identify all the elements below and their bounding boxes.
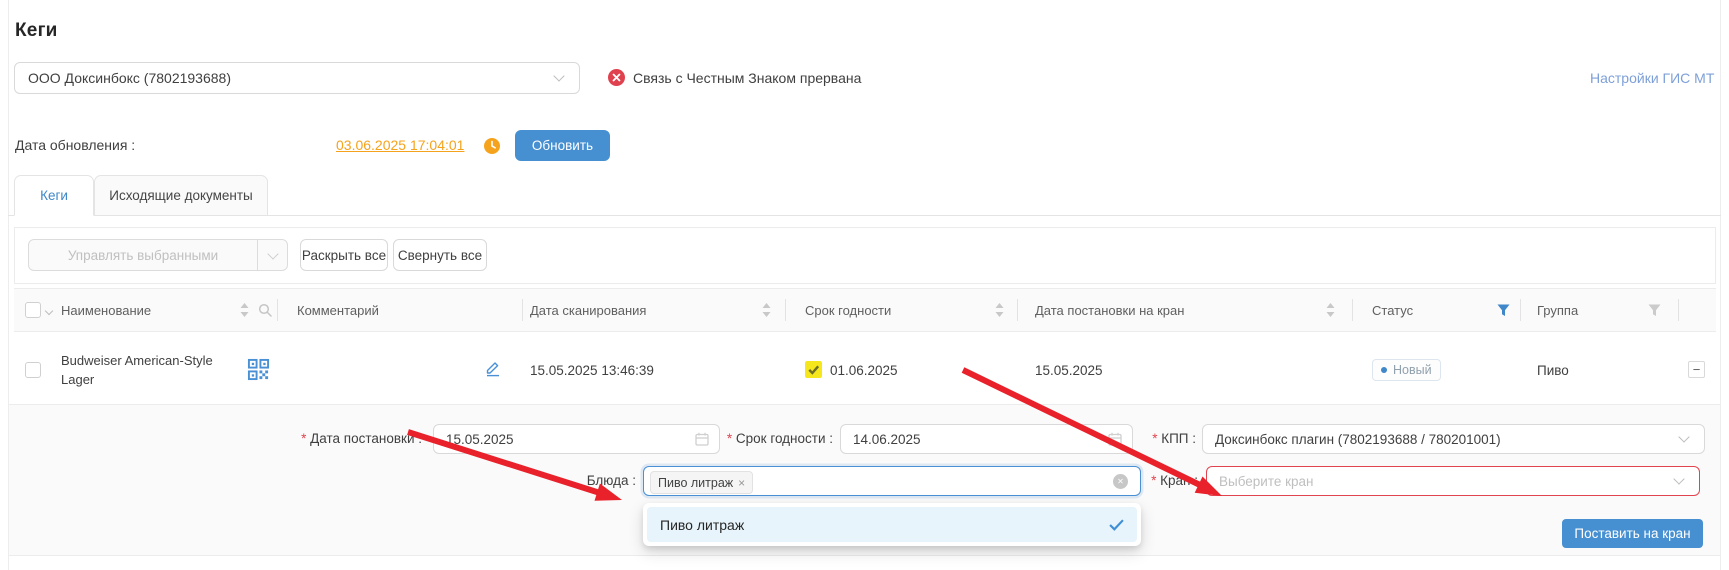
refresh-date-label: Дата обновления : bbox=[15, 137, 135, 153]
column-header-comment: Комментарий bbox=[297, 303, 379, 318]
column-header-tap-date[interactable]: Дата постановки на кран bbox=[1035, 303, 1184, 318]
tap-date-field-label: Дата постановки : bbox=[252, 431, 422, 446]
column-divider bbox=[785, 299, 786, 321]
kpp-field-label: КПП : bbox=[1026, 431, 1196, 446]
refresh-timestamp-link[interactable]: 03.06.2025 17:04:01 bbox=[336, 137, 464, 153]
expiry-date-cell: 01.06.2025 bbox=[830, 363, 898, 378]
search-icon[interactable] bbox=[258, 303, 272, 317]
manage-selected-dropdown-button[interactable] bbox=[257, 239, 288, 271]
kpp-select[interactable]: Доксинбокс плагин (7802193688 / 78020100… bbox=[1202, 424, 1705, 454]
dishes-field-label: Блюда : bbox=[466, 473, 636, 488]
sort-icon[interactable] bbox=[995, 303, 1004, 317]
column-divider bbox=[277, 299, 278, 321]
select-all-checkbox[interactable] bbox=[25, 302, 41, 318]
tab-kegs[interactable]: Кеги bbox=[14, 175, 94, 216]
organization-select[interactable]: ООО Доксинбокс (7802193688) bbox=[14, 62, 580, 94]
tap-date-cell: 15.05.2025 bbox=[1035, 363, 1103, 378]
sort-icon[interactable] bbox=[240, 303, 249, 317]
column-header-name[interactable]: Наименование bbox=[61, 303, 151, 318]
edit-comment-pencil-icon[interactable] bbox=[484, 359, 502, 377]
dishes-tag: Пиво литраж × bbox=[650, 471, 753, 494]
column-header-expiry[interactable]: Срок годности bbox=[805, 303, 891, 318]
kegs-page: Кеги ООО Доксинбокс (7802193688) Связь с… bbox=[0, 0, 1729, 570]
column-divider bbox=[1520, 299, 1521, 321]
column-header-group[interactable]: Группа bbox=[1537, 303, 1578, 318]
collapse-all-button[interactable]: Свернуть все bbox=[393, 239, 487, 271]
clock-icon bbox=[484, 138, 500, 154]
refresh-button[interactable]: Обновить bbox=[515, 130, 610, 161]
chevron-down-icon bbox=[267, 248, 278, 259]
gis-mt-settings-link[interactable]: Настройки ГИС МТ bbox=[1590, 70, 1714, 86]
keg-name: Budweiser American-Style Lager bbox=[61, 351, 226, 389]
expiry-field-label: Срок годности : bbox=[663, 431, 833, 446]
chevron-down-icon bbox=[1673, 473, 1684, 484]
column-divider bbox=[1678, 299, 1679, 321]
column-header-scan-date[interactable]: Дата сканирования bbox=[530, 303, 646, 318]
column-divider bbox=[1352, 299, 1353, 321]
qr-code-icon[interactable] bbox=[247, 358, 270, 381]
page-title: Кеги bbox=[15, 20, 58, 42]
row-checkbox[interactable] bbox=[25, 362, 41, 378]
checkmark-icon bbox=[1109, 519, 1124, 531]
sort-icon[interactable] bbox=[762, 303, 771, 317]
sort-icon[interactable] bbox=[1326, 303, 1335, 317]
panel-right-border bbox=[1720, 0, 1721, 570]
tab-outgoing-documents[interactable]: Исходящие документы bbox=[94, 175, 268, 216]
status-badge: Новый bbox=[1372, 359, 1441, 381]
group-cell: Пиво bbox=[1537, 363, 1569, 378]
filter-icon-status[interactable] bbox=[1497, 304, 1510, 317]
tap-select[interactable]: Выберите кран bbox=[1206, 466, 1700, 496]
expiry-scan-icon[interactable] bbox=[805, 361, 822, 378]
dishes-dropdown-popup: Пиво литраж bbox=[643, 503, 1141, 546]
dropdown-option-selected[interactable]: Пиво литраж bbox=[647, 507, 1137, 542]
column-divider bbox=[1017, 299, 1018, 321]
collapse-row-button[interactable] bbox=[1688, 361, 1705, 378]
filter-icon-group[interactable] bbox=[1648, 304, 1661, 317]
tap-field-label: Кран : bbox=[1028, 473, 1198, 488]
put-on-tap-button[interactable]: Поставить на кран bbox=[1562, 519, 1703, 548]
connection-error-icon bbox=[608, 69, 625, 86]
manage-selected-button[interactable]: Управлять выбранными bbox=[28, 239, 258, 271]
expand-all-button[interactable]: Раскрыть все bbox=[300, 239, 388, 271]
connection-error-text: Связь с Честным Знаком прервана bbox=[633, 70, 861, 86]
chevron-down-icon bbox=[1678, 431, 1689, 442]
chevron-down-icon bbox=[553, 70, 564, 81]
column-header-status[interactable]: Статус bbox=[1372, 303, 1413, 318]
scan-date-cell: 15.05.2025 13:46:39 bbox=[530, 363, 654, 378]
status-dot-icon bbox=[1381, 367, 1387, 373]
tag-close-icon[interactable]: × bbox=[738, 477, 745, 489]
column-divider bbox=[522, 299, 523, 321]
